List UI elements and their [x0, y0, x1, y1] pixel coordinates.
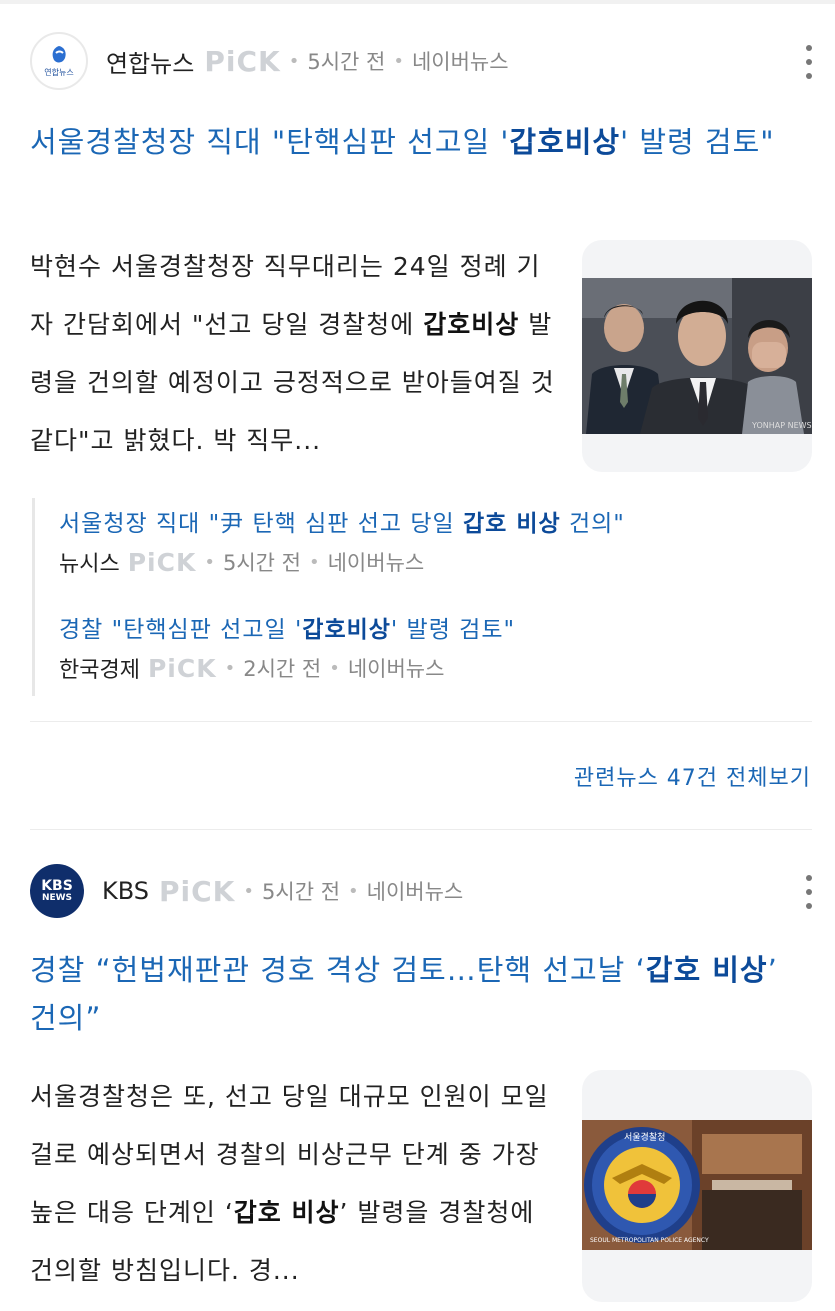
related-source-name[interactable]: 뉴시스 — [59, 546, 120, 578]
more-options-icon[interactable] — [805, 875, 813, 909]
source-name[interactable]: KBS — [102, 877, 149, 905]
article-summary[interactable]: 박현수 서울경찰청장 직무대리는 24일 정례 기자 간담회에서 "선고 당일 … — [30, 238, 555, 470]
kbs-logo-text: KBS — [41, 878, 73, 894]
emblem-text: 서울경찰청 — [624, 1131, 665, 1143]
summary-keyword: 갑호 비상 — [233, 1198, 340, 1227]
headline-text: 경찰 “헌법재판관 경호 격상 검토…탄핵 선고날 ‘ — [30, 953, 646, 987]
article-source-row: KBS NEWS KBS PiCK • 5시간 전 • 네이버뉴스 — [30, 861, 463, 921]
source-name[interactable]: 연합뉴스 — [106, 44, 194, 79]
related-news-title[interactable]: 서울청장 직대 "尹 탄핵 심판 선고 당일 갑호 비상 건의" — [59, 504, 625, 538]
article-headline[interactable]: 서울경찰청장 직대 "탄핵심판 선고일 '갑호비상' 발령 검토" — [30, 118, 800, 166]
separator-dot: • — [393, 50, 404, 72]
yonhap-logo-text: 연합뉴스 — [44, 68, 74, 77]
separator-dot: • — [204, 551, 215, 573]
article-time: 5시간 전 — [262, 880, 341, 904]
related-news-meta: 뉴시스 PiCK • 5시간 전 • 네이버뉴스 — [59, 546, 424, 578]
yonhap-globe-icon — [52, 46, 66, 63]
headline-text: 서울경찰청장 직대 "탄핵심판 선고일 ' — [30, 125, 510, 159]
related-title-keyword: 갑호 비상 — [463, 511, 561, 537]
related-source-name[interactable]: 한국경제 — [59, 652, 140, 684]
separator-dot: • — [308, 551, 320, 573]
more-options-icon[interactable] — [805, 45, 813, 79]
article-headline[interactable]: 경찰 “헌법재판관 경호 격상 검토…탄핵 선고날 ‘갑호 비상’ 건의” — [30, 946, 800, 1042]
article-platform: 네이버뉴스 — [411, 50, 509, 74]
related-title-text: 서울청장 직대 "尹 탄핵 심판 선고 당일 — [59, 511, 463, 537]
related-time: 5시간 전 — [222, 551, 301, 575]
related-title-keyword: 갑호비상 — [302, 617, 391, 643]
separator-dot: • — [348, 880, 359, 902]
separator-dot: • — [243, 880, 255, 902]
article-photo: YONHAP NEWS — [582, 278, 812, 434]
section-divider — [30, 721, 812, 722]
pick-badge: PiCK — [147, 653, 217, 683]
related-title-text: ' 발령 검토" — [390, 617, 516, 643]
article-thumbnail[interactable]: 서울경찰청 SEOUL METROPOLITAN POLICE AGENCY — [582, 1070, 812, 1302]
related-news-more-link[interactable]: 관련뉴스 47건 전체보기 — [574, 760, 811, 792]
related-platform: 네이버뉴스 — [347, 657, 445, 681]
news-card-kbs: KBS NEWS KBS PiCK • 5시간 전 • 네이버뉴스 경찰 “헌법… — [0, 830, 835, 1311]
emblem-ring-text: SEOUL METROPOLITAN POLICE AGENCY — [590, 1237, 709, 1244]
article-thumbnail[interactable]: YONHAP NEWS — [582, 240, 812, 472]
pick-badge: PiCK — [159, 874, 236, 908]
headline-keyword: 갑호 비상 — [645, 953, 768, 987]
article-summary[interactable]: 서울경찰청은 또, 선고 당일 대규모 인원이 모일 걸로 예상되면서 경찰의 … — [30, 1068, 555, 1300]
pick-badge: PiCK — [204, 44, 281, 78]
related-title-text: 경찰 "탄핵심판 선고일 ' — [59, 617, 303, 643]
related-news-list: 서울청장 직대 "尹 탄핵 심판 선고 당일 갑호 비상 건의" 뉴시스 PiC… — [32, 498, 815, 696]
headline-text: ' 발령 검토" — [620, 125, 775, 159]
kbs-logo-subtext: NEWS — [41, 893, 73, 903]
article-platform: 네이버뉴스 — [366, 880, 464, 904]
related-title-text: 건의" — [560, 511, 625, 537]
article-source-row: 연합뉴스 연합뉴스 PiCK • 5시간 전 • 네이버뉴스 — [30, 31, 509, 91]
headline-keyword: 갑호비상 — [509, 125, 621, 159]
news-card-yonhap: 연합뉴스 연합뉴스 PiCK • 5시간 전 • 네이버뉴스 서울경찰청장 직대… — [0, 0, 835, 830]
article-time: 5시간 전 — [307, 50, 386, 74]
summary-keyword: 갑호비상 — [423, 310, 520, 339]
related-platform: 네이버뉴스 — [327, 551, 425, 575]
related-time: 2시간 전 — [243, 657, 322, 681]
yonhap-logo-icon[interactable]: 연합뉴스 — [30, 32, 88, 90]
pick-badge: PiCK — [127, 547, 197, 577]
separator-dot: • — [329, 657, 340, 679]
article-photo: 서울경찰청 SEOUL METROPOLITAN POLICE AGENCY — [582, 1120, 812, 1250]
separator-dot: • — [288, 50, 300, 72]
kbs-logo-icon[interactable]: KBS NEWS — [30, 864, 84, 918]
separator-dot: • — [224, 657, 236, 679]
photo-watermark: YONHAP NEWS — [751, 421, 812, 430]
related-news-meta: 한국경제 PiCK • 2시간 전 • 네이버뉴스 — [59, 652, 444, 684]
related-news-title[interactable]: 경찰 "탄핵심판 선고일 '갑호비상' 발령 검토" — [59, 610, 515, 644]
